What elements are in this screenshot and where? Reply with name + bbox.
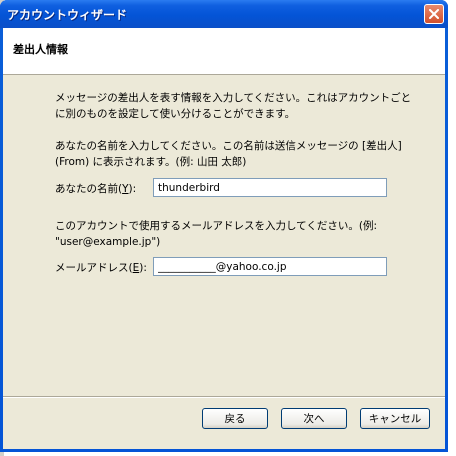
wizard-header: 差出人情報 xyxy=(3,28,445,75)
back-button[interactable]: 戻る xyxy=(202,408,268,429)
email-label: メールアドレス(E): xyxy=(55,262,147,274)
email-input[interactable] xyxy=(153,257,387,276)
wizard-window: アカウントウィザード 差出人情報 メッセージの差出人を表す情報を入力してください… xyxy=(0,0,448,452)
page-title: 差出人情報 xyxy=(13,43,68,56)
next-button[interactable]: 次へ xyxy=(281,408,347,429)
intro-text: メッセージの差出人を表す情報を入力してください。これはアカウントごとに別のものを… xyxy=(55,92,412,120)
close-icon xyxy=(429,9,439,19)
close-button[interactable] xyxy=(424,4,444,24)
title-bar[interactable]: アカウントウィザード xyxy=(0,0,448,28)
name-input[interactable] xyxy=(153,178,387,197)
wizard-client-area: 差出人情報 メッセージの差出人を表す情報を入力してください。これはアカウントごと… xyxy=(3,28,445,449)
cancel-button[interactable]: キャンセル xyxy=(360,408,430,429)
name-prompt-text: あなたの名前を入力してください。この名前は送信メッセージの [差出人] (Fro… xyxy=(55,140,402,168)
name-label: あなたの名前(Y): xyxy=(55,183,137,195)
mail-prompt-text: このアカウントで使用するメールアドレスを入力してください。(例: "user@e… xyxy=(55,220,378,248)
footer-separator xyxy=(3,396,445,398)
window-title: アカウントウィザード xyxy=(7,8,128,22)
